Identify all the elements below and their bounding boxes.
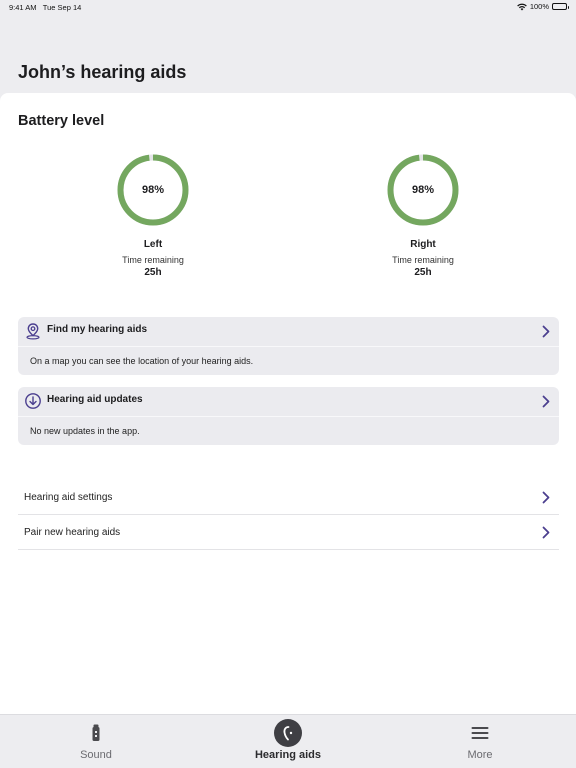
chevron-right-icon	[542, 395, 550, 408]
status-date-text: Tue Sep 14	[42, 3, 82, 12]
battery-ring-left: 98%	[116, 153, 190, 227]
battery-side-left: Left	[143, 239, 163, 250]
battery-percent-left: 98%	[141, 184, 165, 196]
list-item-hearing-aid-settings[interactable]: Hearing aid settings	[18, 480, 559, 515]
page-title: John’s hearing aids	[18, 62, 187, 82]
battery-percent-right: 98%	[411, 184, 435, 196]
time-remaining-label-left: Time remaining	[122, 255, 184, 265]
find-hearing-aids-title: Find my hearing aids	[47, 324, 148, 335]
remote-control-icon	[92, 724, 100, 741]
tab-bar: Sound Hearing aids More	[0, 714, 576, 768]
battery-icon	[552, 3, 569, 10]
battery-ring-right: 98%	[386, 153, 460, 227]
hearing-aid-updates-body: No new updates in the app.	[30, 426, 140, 436]
wifi-icon	[517, 3, 527, 10]
battery-left: 98% Left Time remaining 25h	[83, 153, 223, 278]
chevron-right-icon	[542, 526, 550, 539]
status-bar: 9:41 AM Tue Sep 14 100%	[0, 0, 576, 14]
battery-section-title: Battery level	[18, 113, 105, 129]
battery-percent-text: 100%	[529, 2, 549, 11]
time-remaining-value-left: 25h	[144, 267, 162, 278]
location-pin-icon	[26, 323, 40, 340]
tab-more-label: More	[467, 749, 493, 761]
time-remaining-value-right: 25h	[414, 267, 432, 278]
tab-hearing-aids[interactable]: Hearing aids	[192, 715, 384, 768]
list-item-label: Pair new hearing aids	[24, 526, 121, 538]
hearing-aid-updates-title: Hearing aid updates	[47, 394, 143, 405]
tab-sound[interactable]: Sound	[0, 715, 192, 768]
menu-icon	[471, 727, 489, 739]
status-right: 100%	[517, 2, 569, 11]
hearing-aid-icon	[274, 719, 302, 747]
hearing-aid-updates-card[interactable]: Hearing aid updates No new updates in th…	[18, 387, 559, 445]
tab-more[interactable]: More	[384, 715, 576, 768]
battery-right: 98% Right Time remaining 25h	[353, 153, 493, 278]
list-item-label: Hearing aid settings	[24, 491, 113, 503]
chevron-right-icon	[542, 491, 550, 504]
find-hearing-aids-body: On a map you can see the location of you…	[30, 356, 254, 366]
list-item-pair-new-hearing-aids[interactable]: Pair new hearing aids	[18, 515, 559, 550]
main-sheet: Battery level 98% Left Time remaining 25…	[0, 93, 576, 714]
download-circle-icon	[25, 393, 41, 409]
find-hearing-aids-card[interactable]: Find my hearing aids On a map you can se…	[18, 317, 559, 375]
status-time: 9:41 AM Tue Sep 14	[9, 3, 81, 12]
chevron-right-icon	[542, 325, 550, 338]
tab-sound-label: Sound	[80, 749, 112, 761]
time-remaining-label-right: Time remaining	[392, 255, 454, 265]
status-time-text: 9:41 AM	[9, 3, 37, 12]
hearing-aid-updates-header[interactable]: Hearing aid updates	[18, 387, 559, 417]
tab-hearing-aids-label: Hearing aids	[254, 749, 322, 761]
find-hearing-aids-header[interactable]: Find my hearing aids	[18, 317, 559, 347]
battery-side-right: Right	[410, 239, 436, 250]
